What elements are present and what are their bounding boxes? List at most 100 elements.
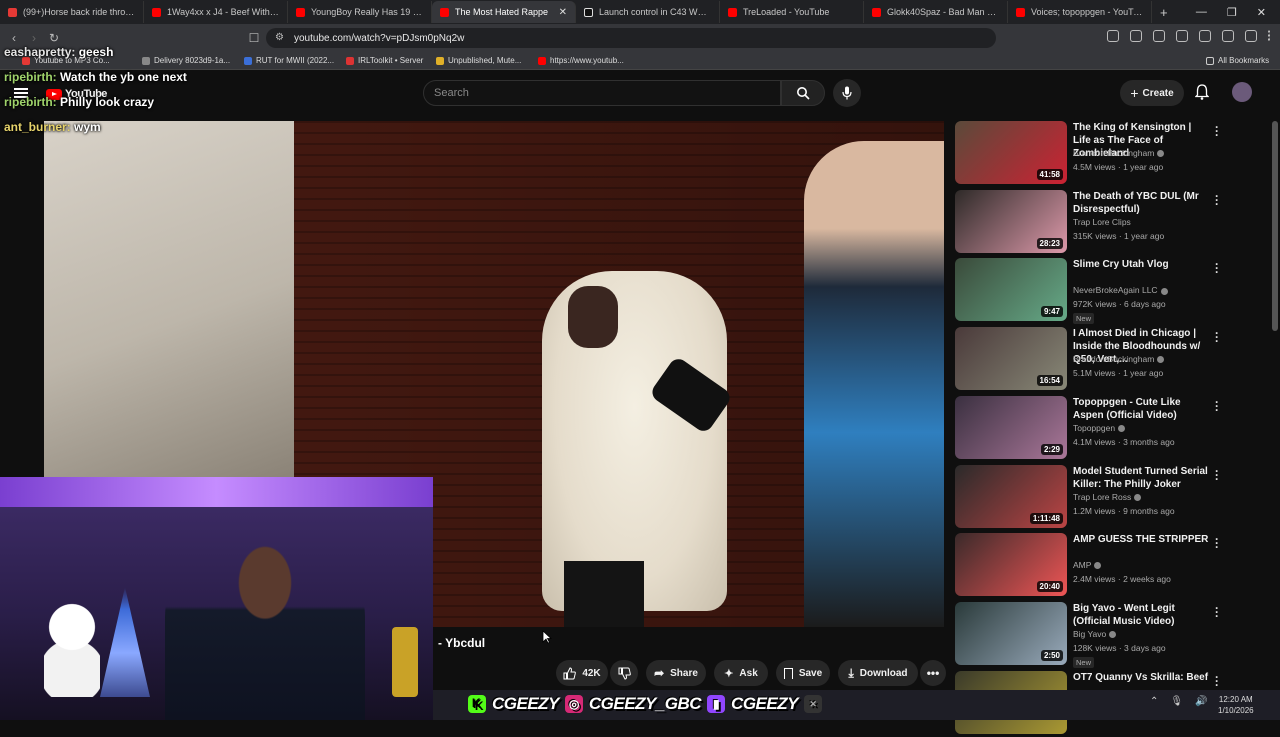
bookmark-item[interactable]: Unpublished, Mute... xyxy=(436,56,521,65)
more-vertical-icon[interactable]: · · · xyxy=(1215,671,1219,691)
extension-icon[interactable] xyxy=(1222,30,1234,42)
recommended-video[interactable]: 16:54 I Almost Died in Chicago | Inside t… xyxy=(955,327,1265,393)
dislike-button[interactable] xyxy=(610,660,638,686)
close-window-icon[interactable]: ✕ xyxy=(1257,6,1266,19)
recommended-video-title[interactable]: OT7 Quanny Vs Skrilla: Beef xyxy=(1073,671,1211,684)
channel-name-text: Big Yavo xyxy=(1073,628,1107,639)
menu-icon[interactable] xyxy=(1268,30,1272,42)
bookmark-item[interactable]: Delivery 8023d9-1a... xyxy=(142,56,230,65)
browser-tab[interactable]: Glokk40Spaz - Bad Man - YouT xyxy=(864,1,1008,23)
recommended-video[interactable]: 2:50 Big Yavo - Went Legit (Official Musi… xyxy=(955,601,1265,668)
recommended-video[interactable]: 2:29 Topoppgen - Cute Like Aspen (Officia… xyxy=(955,395,1265,462)
bookmark-item[interactable]: RUT for MWII (2022... xyxy=(244,56,334,65)
more-vertical-icon[interactable]: · · · xyxy=(1215,258,1219,278)
recommended-video-title[interactable]: Topoppgen - Cute Like Aspen (Official Vi… xyxy=(1073,396,1211,422)
recommended-video[interactable]: 41:58 The King of Kensington | Life as Th… xyxy=(955,121,1265,187)
new-tab-icon[interactable]: + xyxy=(1152,5,1176,20)
more-vertical-icon[interactable]: · · · xyxy=(1215,396,1219,416)
all-bookmarks[interactable]: All Bookmarks xyxy=(1206,56,1269,65)
volume-icon[interactable]: 🔊 xyxy=(1195,696,1207,707)
channel-name[interactable]: Brandon Buckingham xyxy=(1073,148,1165,158)
reload-icon[interactable]: ↻ xyxy=(44,31,64,45)
channel-name[interactable]: Trap Lore Clips xyxy=(1073,217,1131,227)
recommended-video[interactable]: 9:47 Slime Cry Utah Vlog NeverBrokeAgain L… xyxy=(955,258,1265,325)
recommended-video-title[interactable]: AMP GUESS THE STRIPPER xyxy=(1073,533,1211,546)
notifications-bell-icon[interactable] xyxy=(1195,84,1209,100)
maximize-icon[interactable]: ❐ xyxy=(1227,6,1237,19)
minimize-icon[interactable]: — xyxy=(1196,6,1207,19)
browser-tab[interactable]: 1Way4xx x J4 - Beef With Me xyxy=(144,1,288,23)
video-thumbnail[interactable]: 20:40 xyxy=(955,533,1067,597)
extension-icon[interactable] xyxy=(1153,30,1165,42)
channel-name[interactable]: Big Yavo xyxy=(1073,628,1117,639)
site-info-icon[interactable]: ⚙ xyxy=(275,32,284,43)
recommended-video-title[interactable]: Big Yavo - Went Legit (Official Music Vi… xyxy=(1073,602,1211,628)
ask-button[interactable]: ✦ Ask xyxy=(714,660,768,686)
tab-close-icon[interactable]: ✕ xyxy=(559,7,567,18)
recommended-video-title[interactable]: Slime Cry Utah Vlog xyxy=(1073,258,1211,271)
chevron-up-icon[interactable]: ⌃ xyxy=(1150,696,1158,707)
video-thumbnail[interactable]: 2:29 xyxy=(955,395,1067,459)
sparkle-icon: ✦ xyxy=(724,667,734,680)
video-thumbnail[interactable]: 9:47 xyxy=(955,258,1067,322)
bookmark-item[interactable]: IRLToolkit • Server xyxy=(346,56,423,65)
tab-label: Launch control in C43 W206 # xyxy=(599,7,711,17)
bookmark-favicon-icon xyxy=(436,56,444,65)
account-avatar[interactable] xyxy=(1232,82,1252,102)
bookmark-star-icon[interactable]: ☐ xyxy=(244,31,264,45)
create-button[interactable]: + Create xyxy=(1120,80,1184,106)
url-input[interactable]: ⚙ youtube.com/watch?v=pDJsm0pNq2w xyxy=(266,28,996,48)
extension-icon[interactable] xyxy=(1245,30,1257,42)
video-thumbnail[interactable]: 1:11:48 xyxy=(955,464,1067,528)
extension-icon[interactable] xyxy=(1107,30,1119,42)
voice-search-button[interactable] xyxy=(833,79,861,107)
more-vertical-icon[interactable]: · · · xyxy=(1215,465,1219,485)
search-input[interactable]: Search xyxy=(423,80,781,106)
share-button[interactable]: ➦ Share xyxy=(646,660,706,686)
video-thumbnail[interactable]: 28:23 xyxy=(955,189,1067,253)
video-thumbnail[interactable]: 16:54 xyxy=(955,327,1067,391)
extension-icon[interactable] xyxy=(1176,30,1188,42)
browser-tab[interactable]: Voices; topoppgen - YouTube xyxy=(1008,1,1152,23)
recommended-video-title[interactable]: The Death of YBC DUL (Mr Disrespectful) xyxy=(1073,190,1211,216)
thumbs-up-icon xyxy=(563,666,577,679)
search-icon xyxy=(797,87,810,100)
recommended-video[interactable]: 1:11:48 Model Student Turned Serial Kille… xyxy=(955,464,1265,531)
more-actions-button[interactable]: ••• xyxy=(920,660,946,686)
browser-tab[interactable]: Launch control in C43 W206 # xyxy=(576,1,720,23)
like-button[interactable]: 42K xyxy=(556,660,608,686)
channel-name[interactable]: Trap Lore Ross xyxy=(1073,492,1142,502)
browser-tab[interactable]: YoungBoy Really Has 19 Bodie xyxy=(288,1,432,23)
recommended-video[interactable]: 28:23 The Death of YBC DUL (Mr Disrespect… xyxy=(955,189,1265,256)
back-icon[interactable]: ‹ xyxy=(4,31,24,45)
scrollbar[interactable] xyxy=(1272,121,1278,331)
more-vertical-icon[interactable]: · · · xyxy=(1215,602,1219,622)
channel-name[interactable]: Brandon Buckingham xyxy=(1073,354,1165,364)
tab-favicon-icon xyxy=(872,7,881,17)
microphone-tray-icon[interactable]: 🎙 xyxy=(1170,696,1183,707)
video-thumbnail[interactable]: 2:50 xyxy=(955,601,1067,665)
more-vertical-icon[interactable]: · · · xyxy=(1215,327,1219,347)
bookmark-item[interactable]: https://www.youtub... xyxy=(538,56,624,65)
search-button[interactable] xyxy=(781,80,825,106)
more-vertical-icon[interactable]: · · · xyxy=(1215,533,1219,553)
extension-icon[interactable] xyxy=(1130,30,1142,42)
recommended-video-title[interactable]: Model Student Turned Serial Killer: The … xyxy=(1073,465,1211,491)
recommended-video[interactable]: 20:40 AMP GUESS THE STRIPPER AMP 2.4M views… xyxy=(955,533,1265,599)
channel-name[interactable]: AMP xyxy=(1073,560,1102,570)
more-vertical-icon[interactable]: · · · xyxy=(1215,190,1219,210)
browser-tab-active[interactable]: The Most Hated Rappe ✕ xyxy=(432,1,576,23)
download-button[interactable]: ⤓ Download xyxy=(838,660,918,686)
forward-icon[interactable]: › xyxy=(24,31,44,45)
extension-icon[interactable] xyxy=(1199,30,1211,42)
video-thumbnail[interactable]: 41:58 xyxy=(955,121,1067,184)
channel-name[interactable]: NeverBrokeAgain LLC xyxy=(1073,285,1168,295)
channel-name[interactable]: Topoppgen xyxy=(1073,423,1126,433)
system-clock[interactable]: 12:20 AM 1/10/2026 xyxy=(1218,694,1254,716)
video-title: - Ybcdul xyxy=(438,636,486,650)
browser-tab[interactable]: TreLoaded - YouTube xyxy=(720,1,864,23)
browser-tab[interactable]: (99+)Horse back ride through xyxy=(0,1,144,23)
video-meta: 128K views · 3 days ago xyxy=(1073,642,1166,653)
save-button[interactable]: Save xyxy=(776,660,830,686)
more-vertical-icon[interactable]: · · · xyxy=(1215,121,1219,141)
